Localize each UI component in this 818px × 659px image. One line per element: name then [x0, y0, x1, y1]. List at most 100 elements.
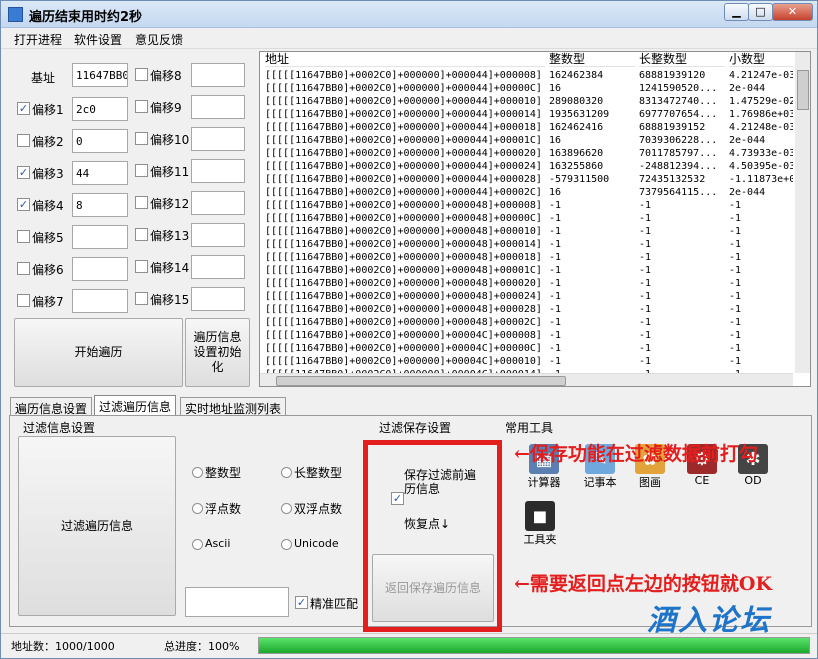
offset-11-checkbox[interactable]: [135, 164, 148, 177]
offset-1-checkbox[interactable]: ✓: [17, 102, 30, 115]
offset-3-input[interactable]: 44: [72, 161, 128, 185]
offset-6-checkbox[interactable]: [17, 262, 30, 275]
table-row[interactable]: [[[[[11647BB0]+0002C0]+000000]+000044]+0…: [260, 160, 810, 173]
cell-int: -1: [549, 200, 562, 211]
table-row[interactable]: [[[[[11647BB0]+0002C0]+000000]+000044]+0…: [260, 69, 810, 82]
offset-4-label: 偏移4: [32, 199, 64, 213]
offset-5-checkbox[interactable]: [17, 230, 30, 243]
table-row[interactable]: [[[[[11647BB0]+0002C0]+000000]+000044]+0…: [260, 186, 810, 199]
offset-10-input[interactable]: [191, 127, 245, 151]
table-row[interactable]: [[[[[11647BB0]+0002C0]+000000]+000044]+0…: [260, 121, 810, 134]
base-input[interactable]: 11647BB0: [72, 63, 128, 87]
offset-8-checkbox[interactable]: [135, 68, 148, 81]
menu-feedback[interactable]: 意见反馈: [135, 31, 183, 48]
table-row[interactable]: [[[[[11647BB0]+0002C0]+000000]+000048]+0…: [260, 277, 810, 290]
offset-8-input[interactable]: [191, 63, 245, 87]
table-row[interactable]: [[[[[11647BB0]+0002C0]+000000]+000048]+0…: [260, 290, 810, 303]
exact-match-checkbox[interactable]: ✓: [295, 596, 308, 609]
table-row[interactable]: [[[[[11647BB0]+0002C0]+000000]+000048]+0…: [260, 316, 810, 329]
table-row[interactable]: [[[[[11647BB0]+0002C0]+000000]+00004C]+0…: [260, 342, 810, 355]
horizontal-scrollbar[interactable]: [260, 373, 793, 386]
offset-9-input[interactable]: [191, 95, 245, 119]
radio-ascii[interactable]: [192, 539, 203, 550]
offset-13-input[interactable]: [191, 223, 245, 247]
offset-2-checkbox[interactable]: [17, 134, 30, 147]
table-row[interactable]: [[[[[11647BB0]+0002C0]+000000]+000048]+0…: [260, 199, 810, 212]
init-settings-button[interactable]: 遍历信息设置初始化: [185, 318, 250, 387]
table-row[interactable]: [[[[[11647BB0]+0002C0]+000000]+000044]+0…: [260, 173, 810, 186]
table-row[interactable]: [[[[[11647BB0]+0002C0]+000000]+000044]+0…: [260, 147, 810, 160]
radio-int-label: 整数型: [205, 466, 242, 480]
radio-unicode[interactable]: [281, 539, 292, 550]
menu-settings[interactable]: 软件设置: [74, 31, 122, 48]
tab-traverse-settings[interactable]: 遍历信息设置: [10, 397, 93, 416]
cell-address: [[[[[11647BB0]+0002C0]+000000]+000048]+0…: [265, 291, 542, 302]
base-label: 基址: [31, 71, 56, 85]
offset-1-input[interactable]: 2c0: [72, 97, 128, 121]
cell-long: 72435132532: [639, 174, 706, 185]
table-row[interactable]: [[[[[11647BB0]+0002C0]+000000]+000044]+0…: [260, 134, 810, 147]
offset-7-input[interactable]: [72, 289, 128, 313]
column-header-float[interactable]: 小数型: [729, 52, 793, 67]
table-row[interactable]: [[[[[11647BB0]+0002C0]+000000]+00004C]+0…: [260, 355, 810, 368]
offset-11-input[interactable]: [191, 159, 245, 183]
radio-long[interactable]: [281, 467, 292, 478]
radio-int[interactable]: [192, 467, 203, 478]
offset-14-input[interactable]: [191, 255, 245, 279]
cell-int: -1: [549, 343, 562, 354]
offset-15-checkbox[interactable]: [135, 292, 148, 305]
table-row[interactable]: [[[[[11647BB0]+0002C0]+000000]+000044]+0…: [260, 95, 810, 108]
offset-9-checkbox[interactable]: [135, 100, 148, 113]
maximize-button[interactable]: □: [748, 3, 773, 21]
offset-3-checkbox[interactable]: ✓: [17, 166, 30, 179]
scroll-thumb[interactable]: [276, 376, 566, 386]
offset-12-input[interactable]: [191, 191, 245, 215]
column-header-address[interactable]: 地址: [265, 52, 545, 67]
tab-monitor-list[interactable]: 实时地址监测列表: [180, 397, 287, 416]
cell-float: -1: [729, 213, 742, 224]
table-row[interactable]: [[[[[11647BB0]+0002C0]+000000]+000048]+0…: [260, 225, 810, 238]
cell-address: [[[[[11647BB0]+0002C0]+000000]+000048]+0…: [265, 226, 542, 237]
offset-15-input[interactable]: [191, 287, 245, 311]
cell-int: 16: [549, 187, 562, 198]
offset-4-checkbox[interactable]: ✓: [17, 198, 30, 211]
result-grid[interactable]: 地址 整数型 长整数型 小数型 [[[[[11647BB0]+0002C0]+0…: [259, 51, 811, 387]
minimize-button[interactable]: ▁: [724, 3, 749, 21]
table-row[interactable]: [[[[[11647BB0]+0002C0]+000000]+000048]+0…: [260, 238, 810, 251]
offset-5-input[interactable]: [72, 225, 128, 249]
vertical-scrollbar[interactable]: [795, 52, 810, 373]
offset-14-checkbox[interactable]: [135, 260, 148, 273]
offset-6-input[interactable]: [72, 257, 128, 281]
cell-int: -1: [549, 226, 562, 237]
offset-2-input[interactable]: 0: [72, 129, 128, 153]
close-button[interactable]: ✕: [772, 3, 813, 21]
cell-address: [[[[[11647BB0]+0002C0]+000000]+000044]+0…: [265, 135, 542, 146]
start-traverse-button[interactable]: 开始遍历: [14, 318, 183, 387]
tab-filter[interactable]: 过滤遍历信息: [94, 395, 177, 416]
menu-bar: 打开进程 软件设置 意见反馈: [1, 29, 817, 49]
radio-float[interactable]: [192, 503, 203, 514]
offset-13-checkbox[interactable]: [135, 228, 148, 241]
table-row[interactable]: [[[[[11647BB0]+0002C0]+000000]+000048]+0…: [260, 303, 810, 316]
offset-2-label: 偏移2: [32, 135, 64, 149]
offset-12-checkbox[interactable]: [135, 196, 148, 209]
column-header-long[interactable]: 长整数型: [639, 52, 725, 67]
offset-4-input[interactable]: 8: [72, 193, 128, 217]
table-row[interactable]: [[[[[11647BB0]+0002C0]+000000]+000048]+0…: [260, 264, 810, 277]
column-header-int[interactable]: 整数型: [549, 52, 635, 67]
table-row[interactable]: [[[[[11647BB0]+0002C0]+000000]+000044]+0…: [260, 108, 810, 121]
offset-10-checkbox[interactable]: [135, 132, 148, 145]
table-row[interactable]: [[[[[11647BB0]+0002C0]+000000]+00004C]+0…: [260, 329, 810, 342]
table-row[interactable]: [[[[[11647BB0]+0002C0]+000000]+000048]+0…: [260, 212, 810, 225]
radio-double[interactable]: [281, 503, 292, 514]
filter-traverse-button[interactable]: 过滤遍历信息: [18, 436, 176, 616]
tool-toolbox[interactable]: ◼ 工具夹: [519, 501, 561, 547]
cell-address: [[[[[11647BB0]+0002C0]+000000]+000044]+0…: [265, 96, 542, 107]
offset-7-checkbox[interactable]: [17, 294, 30, 307]
menu-open-process[interactable]: 打开进程: [14, 31, 62, 48]
filter-search-input[interactable]: [185, 587, 289, 617]
table-row[interactable]: [[[[[11647BB0]+0002C0]+000000]+000048]+0…: [260, 251, 810, 264]
table-row[interactable]: [[[[[11647BB0]+0002C0]+000000]+000044]+0…: [260, 82, 810, 95]
scroll-thumb[interactable]: [797, 70, 809, 110]
cell-float: -1: [729, 252, 742, 263]
